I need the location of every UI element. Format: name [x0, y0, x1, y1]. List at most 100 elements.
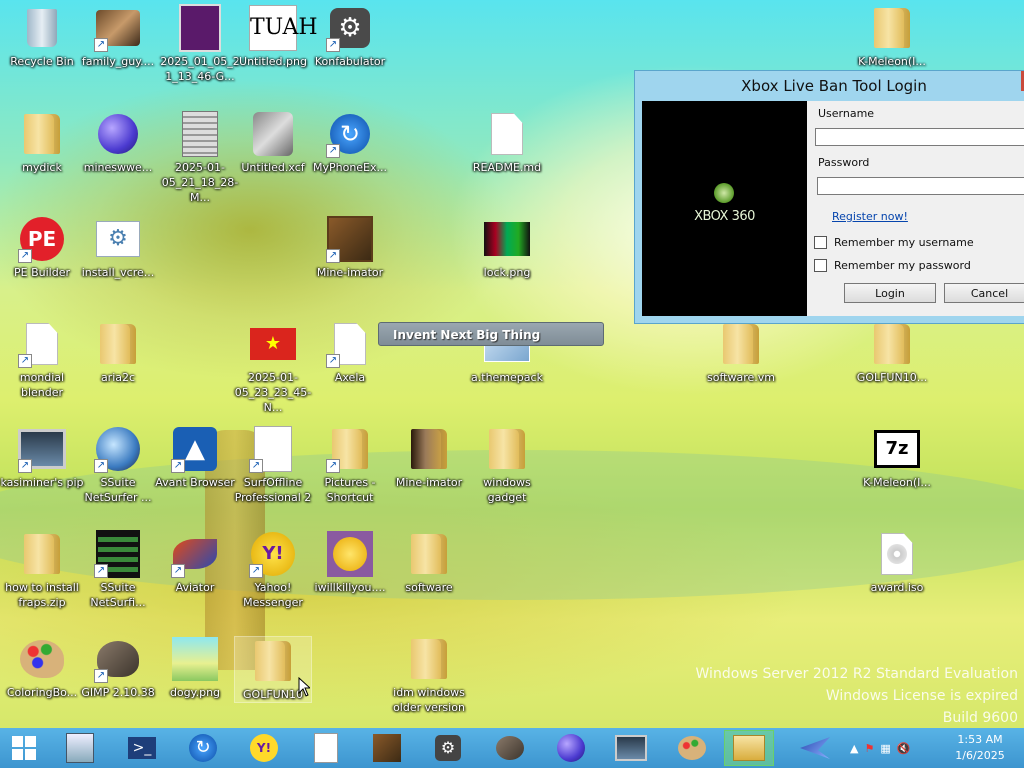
desktop-icon-fraps-zip[interactable]: how to install fraps.zip: [0, 530, 84, 610]
password-input[interactable]: [817, 177, 1024, 195]
start-button[interactable]: [6, 730, 42, 766]
powershell-icon: >_: [128, 737, 156, 759]
taskbar-gimp[interactable]: [492, 730, 528, 766]
installer-icon: ⚙: [94, 215, 142, 263]
taskbar-powershell[interactable]: >_: [124, 730, 160, 766]
taskbar-konfabulator[interactable]: ⚙: [430, 730, 466, 766]
desktop-icon-mydick[interactable]: mydick: [0, 110, 84, 175]
desktop-icon-idm[interactable]: idm windows older version: [387, 635, 471, 715]
desktop-icon-untitled-xcf[interactable]: Untitled.xcf: [231, 110, 315, 175]
desktop-icon-iwillkillyou[interactable]: iwillkillyou....: [308, 530, 392, 595]
globe-icon: ↗: [94, 425, 142, 473]
username-label: Username: [818, 107, 875, 120]
gimp-icon: ↗: [94, 635, 142, 683]
show-hidden-icons-icon[interactable]: ▲: [850, 742, 858, 755]
desktop-icon-screenshot-1[interactable]: 2025_01_05_21_13_46-G...: [158, 4, 242, 84]
desktop-icon-install-vcredist[interactable]: ⚙ install_vcre...: [76, 215, 160, 280]
volume-muted-icon[interactable]: 🔇: [897, 742, 911, 755]
desktop-icon-pe-builder[interactable]: PE ↗ PE Builder: [0, 215, 84, 280]
avant-browser-icon: ▲ ↗: [171, 425, 219, 473]
desktop-icon-kasiminer[interactable]: ↗ kasiminer's pip: [0, 425, 84, 490]
desktop-icon-dogy-png[interactable]: dogy.png: [153, 635, 237, 700]
clock-date: 1/6/2025: [955, 749, 1005, 762]
remember-password-label: Remember my password: [834, 259, 971, 272]
taskbar-server-manager[interactable]: [62, 730, 98, 766]
taskbar-document[interactable]: [308, 730, 344, 766]
desktop-icon-family-guy[interactable]: ↗ family_guy....: [76, 4, 160, 69]
desktop-icon-myphoneexplorer[interactable]: ↻ ↗ MyPhoneEx...: [308, 110, 392, 175]
desktop-icon-kmeleon-folder[interactable]: K-Meleon(I...: [850, 4, 934, 69]
taskbar-yahoo[interactable]: Y!: [246, 730, 282, 766]
desktop-icon-mine-imator-folder[interactable]: Mine-imator: [387, 425, 471, 490]
server-manager-icon: [66, 733, 94, 763]
yahoo-messenger-icon: Y! ↗: [249, 530, 297, 578]
taskbar-monitor[interactable]: [613, 730, 649, 766]
desktop-icon-minesweeper[interactable]: mineswwe...: [76, 110, 160, 175]
desktop-icon-software[interactable]: software: [387, 530, 471, 595]
minesweeper-icon: [94, 110, 142, 158]
monitor-icon: [615, 735, 647, 761]
desktop-icon-pictures-shortcut[interactable]: ↗ Pictures - Shortcut: [308, 425, 392, 505]
screenshot-icon: [176, 4, 224, 52]
desktop-icon-lock-png[interactable]: lock.png: [465, 215, 549, 280]
taskbar-aviator[interactable]: [790, 730, 840, 766]
myphoneexplorer-icon: ↻ ↗: [326, 110, 374, 158]
desktop-icon-ssuite-netsurfer-2[interactable]: ↗ SSuite NetSurfi...: [76, 530, 160, 610]
desktop-icon-mine-imator[interactable]: ↗ Mine-imator: [308, 215, 392, 280]
remember-password-checkbox[interactable]: Remember my password: [814, 259, 971, 272]
taskbar-clock[interactable]: 1:53 AM 1/6/2025: [940, 732, 1020, 764]
desktop-icon-mondial-blender[interactable]: ↗ mondial blender: [0, 320, 84, 400]
desktop-icon-readme[interactable]: README.md: [465, 110, 549, 175]
yahoo-messenger-icon: Y!: [250, 734, 278, 762]
login-button[interactable]: Login: [844, 283, 936, 303]
desktop-icon-surfoffline[interactable]: ↗ SurfOffline Professional 2: [231, 425, 315, 505]
desktop-icon-kmeleon-7z[interactable]: 7z K-Meleon(I...: [855, 425, 939, 490]
desktop-icon-coloringbook[interactable]: ColoringBo...: [0, 635, 84, 700]
gimp-icon: [496, 736, 524, 760]
desktop-icon-golfun-folder-1[interactable]: GOLFUN10...: [850, 320, 934, 385]
gadget-tooltip: Invent Next Big Thing: [378, 322, 604, 346]
network-icon[interactable]: ▦: [880, 742, 890, 755]
desktop-icon-windows-gadget[interactable]: windows gadget: [465, 425, 549, 505]
taskbar-myphoneexplorer[interactable]: ↻: [185, 730, 221, 766]
mouse-cursor-icon: [298, 677, 310, 697]
cancel-button[interactable]: Cancel: [944, 283, 1024, 303]
watermark-build: Build 9600: [942, 710, 1018, 726]
disc-image-icon: [873, 530, 921, 578]
desktop-icon-screenshot-3[interactable]: ★ 2025-01-05_23_23_45-N...: [231, 320, 315, 415]
desktop-icon-recycle-bin[interactable]: Recycle Bin: [0, 4, 84, 69]
minesweeper-icon: [557, 734, 585, 762]
register-link[interactable]: Register now!: [832, 210, 908, 223]
image-icon: TUAH: [249, 4, 318, 52]
desktop-icon-award-iso[interactable]: award.iso: [855, 530, 939, 595]
desktop-icon-aviator[interactable]: ↗ Aviator: [153, 530, 237, 595]
desktop-icon-gimp[interactable]: ↗ GIMP 2.10.38: [76, 635, 160, 700]
paint-palette-icon: [678, 736, 706, 760]
taskbar-minesweeper[interactable]: [553, 730, 589, 766]
desktop-icon-ssuite-netsurfer-1[interactable]: ↗ SSuite NetSurfer ...: [76, 425, 160, 505]
desktop-icon-aria2c[interactable]: aria2c: [76, 320, 160, 385]
clock-time: 1:53 AM: [957, 733, 1003, 746]
watermark-edition: Windows Server 2012 R2 Standard Evaluati…: [695, 666, 1018, 682]
desktop-icon-untitled-png[interactable]: TUAH Untitled.png: [231, 4, 318, 69]
screenshot-icon: [176, 110, 224, 158]
desktop-icon-screenshot-2[interactable]: 2025-01-05_21_18_28-M...: [158, 110, 242, 205]
taskbar: >_ ↻ Y! ⚙ ▲ ⚑ ▦ 🔇 1:53 AM 1/6/2025: [0, 728, 1024, 768]
username-input[interactable]: [815, 128, 1024, 146]
checkbox-box[interactable]: [814, 236, 827, 249]
taskbar-coloringbook[interactable]: [674, 730, 710, 766]
image-icon: [483, 215, 531, 263]
taskbar-mine-imator[interactable]: [369, 730, 405, 766]
desktop-icon-software-vm[interactable]: software.vm: [699, 320, 783, 385]
checkbox-box[interactable]: [814, 259, 827, 272]
desktop-icon-yahoo-messenger[interactable]: Y! ↗ Yahoo! Messenger: [231, 530, 315, 610]
desktop: Recycle Bin ↗ family_guy.... 2025_01_05_…: [0, 0, 1024, 728]
action-center-icon[interactable]: ⚑: [864, 742, 874, 755]
windows-watermark: Windows Server 2012 R2 Standard Evaluati…: [696, 663, 1018, 728]
taskbar-file-explorer[interactable]: [724, 730, 774, 766]
remember-username-checkbox[interactable]: Remember my username: [814, 236, 974, 249]
window-title: Xbox Live Ban Tool Login: [741, 77, 927, 95]
desktop-icon-avant-browser[interactable]: ▲ ↗ Avant Browser: [153, 425, 237, 490]
folder-icon: [18, 110, 66, 158]
desktop-icon-konfabulator[interactable]: ⚙ ↗ Konfabulator: [308, 4, 392, 69]
